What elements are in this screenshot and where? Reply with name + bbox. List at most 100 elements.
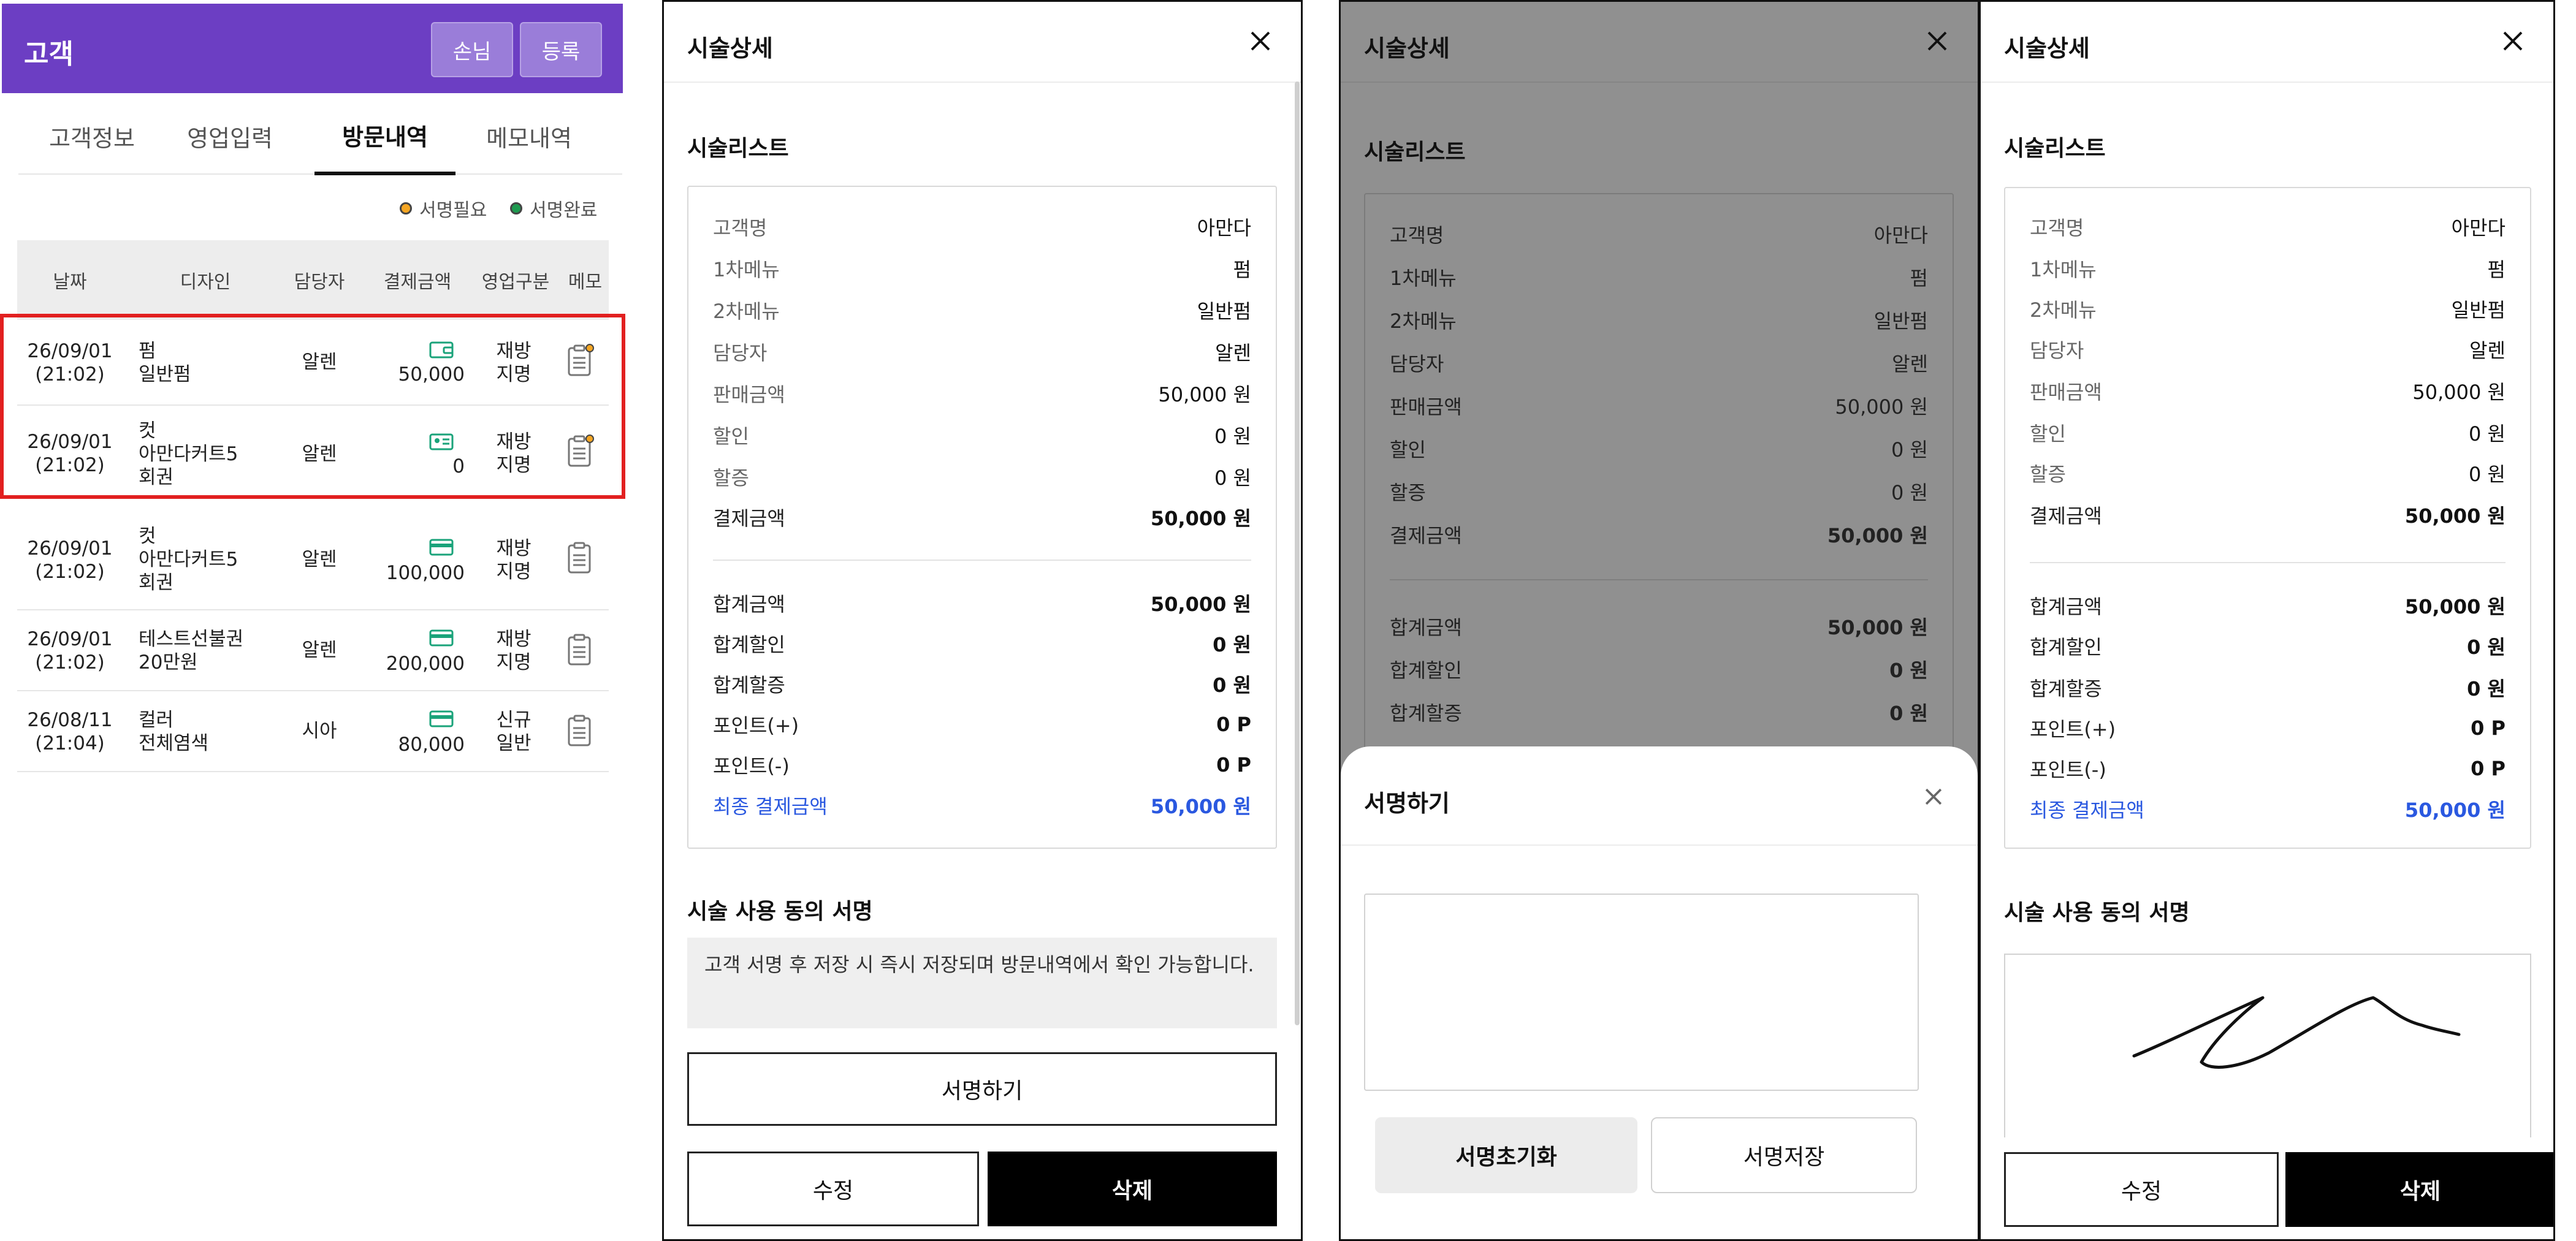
total-amount: 합계금액 50,000 원	[713, 593, 1251, 616]
detail-title: 시술상세	[2004, 35, 2090, 62]
row-design: 테스트선불권 20만원	[139, 628, 244, 674]
close-icon[interactable]	[1924, 28, 1951, 55]
tab-visit-history[interactable]: 방문내역	[314, 98, 455, 175]
sign-button[interactable]: 서명하기	[687, 1052, 1277, 1126]
col-memo: 메모	[568, 271, 603, 293]
item-surcharge: 할증 0 원	[1390, 481, 1928, 504]
total-discount: 합계할인 0 원	[2030, 636, 2506, 659]
delete-button[interactable]: 삭제	[988, 1152, 1277, 1226]
item-menu-1: 1차메뉴 펌	[1390, 267, 1928, 290]
item-discount: 할인 0 원	[2030, 422, 2506, 446]
memo-icon[interactable]	[566, 713, 595, 748]
total-discount: 합계할인 0 원	[1390, 659, 1928, 682]
detail-title: 시술상세	[687, 35, 773, 62]
row-date: 26/09/01 (21:02)	[27, 537, 113, 583]
legend-label: 서명필요	[419, 200, 487, 221]
credit-card-icon	[429, 539, 454, 556]
row-staff: 시아	[302, 720, 337, 742]
row-sales-type: 재방 지명	[496, 537, 532, 583]
scrollbar[interactable]	[1295, 82, 1300, 1025]
legend-label: 서명완료	[530, 200, 598, 221]
reset-signature-button[interactable]: 서명초기화	[1375, 1117, 1637, 1193]
col-sales-type: 영업구분	[481, 271, 550, 293]
row-amount: 80,000	[398, 734, 465, 756]
guest-button[interactable]: 손님	[431, 22, 513, 77]
close-icon[interactable]	[2499, 28, 2526, 55]
item-sale-amount: 판매금액 50,000 원	[713, 383, 1251, 406]
item-customer-name: 고객명 아만다	[713, 216, 1251, 240]
page-title: 고객	[24, 39, 74, 70]
consent-notice: 고객 서명 후 저장 시 즉시 저장되며 방문내역에서 확인 가능합니다.	[687, 938, 1277, 1028]
item-sale-amount: 판매금액 50,000 원	[2030, 381, 2506, 404]
item-sale-amount: 판매금액 50,000 원	[1390, 395, 1928, 419]
item-discount: 할인 0 원	[1390, 438, 1928, 461]
tab-sales-input[interactable]: 영업입력	[166, 98, 294, 175]
sign-sheet-title: 서명하기	[1364, 790, 1450, 817]
item-staff: 담당자 알렌	[2030, 339, 2506, 362]
list-title: 시술리스트	[1364, 140, 1466, 165]
row-sales-type: 신규 일반	[496, 709, 532, 754]
item-surcharge: 할증 0 원	[2030, 463, 2506, 486]
sign-panel: 시술상세 시술리스트 고객명 아만다 1차메뉴 펌 2차메뉴 일반펌 담당자 알렌 판매…	[1339, 0, 1980, 1241]
highlight-box	[0, 314, 625, 499]
item-surcharge: 할증 0 원	[713, 466, 1251, 490]
total-surcharge: 합계할증 0 원	[2030, 677, 2506, 700]
item-menu-2: 2차메뉴 일반펌	[1390, 309, 1928, 333]
divider	[713, 560, 1251, 561]
sign-sheet: 서명하기 서명초기화 서명저장	[1341, 746, 1978, 1239]
row-date: 26/08/11 (21:04)	[27, 709, 113, 754]
col-date: 날짜	[53, 271, 87, 293]
list-title: 시술리스트	[2004, 136, 2106, 161]
credit-card-icon	[429, 629, 454, 647]
list-title: 시술리스트	[687, 136, 789, 161]
item-payment: 결제금액 50,000 원	[2030, 504, 2506, 528]
row-staff: 알렌	[302, 639, 337, 661]
row-design: 컬러 전체염색	[139, 709, 209, 754]
item-customer-name: 고객명 아만다	[1390, 224, 1928, 247]
tab-customer-info[interactable]: 고객정보	[18, 98, 166, 175]
item-customer-name: 고객명 아만다	[2030, 216, 2506, 240]
row-amount: 100,000	[386, 562, 465, 584]
total-surcharge: 합계할증 0 원	[1390, 702, 1928, 725]
item-menu-2: 2차메뉴 일반펌	[713, 300, 1251, 323]
col-amount: 결제금액	[383, 271, 452, 293]
table-row[interactable]: 26/09/01 (21:02) 컷 아만다커트5 회권 알렌 100,000 재방 지…	[17, 509, 609, 610]
item-menu-2: 2차메뉴 일반펌	[2030, 298, 2506, 322]
table-row[interactable]: 26/08/11 (21:04) 컬러 전체염색 시아 80,000 신규 일반	[17, 691, 609, 772]
points-plus: 포인트(+) 0 P	[2030, 716, 2506, 741]
divider	[664, 82, 1301, 83]
edit-button[interactable]: 수정	[687, 1152, 979, 1226]
tab-memo-history[interactable]: 메모내역	[455, 98, 603, 175]
signed-detail-panel: 시술상세 시술리스트 고객명 아만다 1차메뉴 펌 2차메뉴 일반펌 담당자 알렌 판매…	[1979, 0, 2555, 1241]
memo-icon[interactable]	[566, 632, 595, 667]
final-amount: 최종 결제금액 50,000 원	[2030, 799, 2506, 822]
memo-icon[interactable]	[566, 541, 595, 575]
register-button[interactable]: 등록	[520, 22, 602, 77]
row-staff: 알렌	[302, 548, 337, 571]
total-amount: 합계금액 50,000 원	[1390, 616, 1928, 639]
table-row[interactable]: 26/09/01 (21:02) 테스트선불권 20만원 알렌 200,000 재방…	[17, 610, 609, 691]
total-amount: 합계금액 50,000 원	[2030, 595, 2506, 618]
signature-image	[2132, 996, 2461, 1069]
divider	[2030, 562, 2506, 563]
signature-pad[interactable]	[1364, 894, 1919, 1091]
item-discount: 할인 0 원	[713, 425, 1251, 448]
divider	[1341, 82, 1978, 83]
points-plus: 포인트(+) 0 P	[713, 713, 1251, 737]
total-discount: 합계할인 0 원	[713, 633, 1251, 656]
row-date: 26/09/01 (21:02)	[27, 628, 113, 674]
consent-title: 시술 사용 동의 서명	[2004, 900, 2190, 925]
close-icon[interactable]	[1247, 28, 1274, 55]
close-icon[interactable]	[1921, 784, 1946, 809]
save-signature-button[interactable]: 서명저장	[1651, 1117, 1917, 1193]
delete-button[interactable]: 삭제	[2285, 1152, 2553, 1227]
detail-title: 시술상세	[1364, 35, 1450, 62]
item-staff: 담당자 알렌	[713, 341, 1251, 365]
total-surcharge: 합계할증 0 원	[713, 674, 1251, 697]
treatment-card: 고객명 아만다 1차메뉴 펌 2차메뉴 일반펌 담당자 알렌 판매금액 50,000 원 …	[687, 186, 1277, 849]
item-staff: 담당자 알렌	[1390, 352, 1928, 376]
edit-button[interactable]: 수정	[2004, 1152, 2279, 1227]
consent-title: 시술 사용 동의 서명	[687, 899, 873, 924]
legend-signed: 서명완료	[510, 195, 597, 222]
table-header: 날짜 디자인 담당자 결제금액 영업구분 메모	[17, 240, 609, 320]
